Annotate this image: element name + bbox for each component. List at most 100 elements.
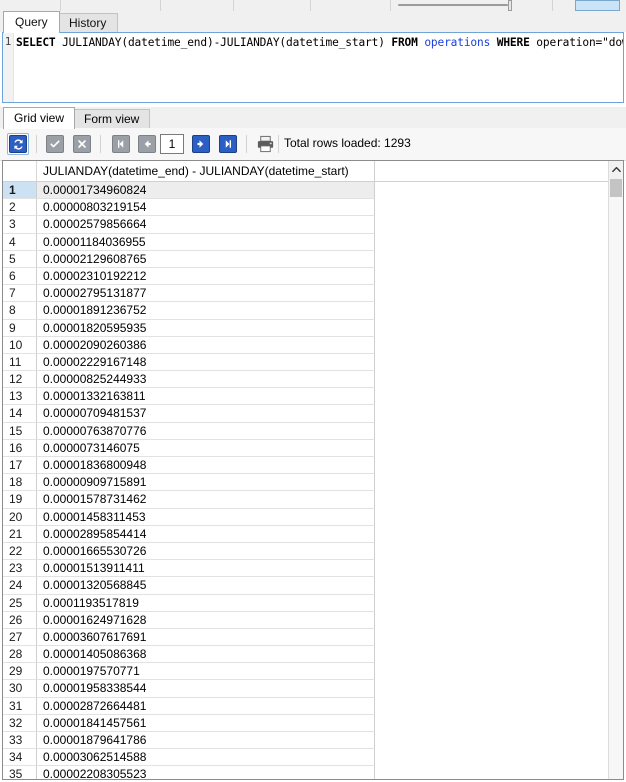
row-number-header[interactable]: 35 [3,766,37,779]
table-row[interactable]: 26 0.00001624971628 [3,611,623,629]
tab-grid-view[interactable]: Grid view [3,107,76,129]
table-cell-value[interactable]: 0.00001513911411 [37,560,375,578]
table-cell-value[interactable]: 0.00000825244933 [37,371,375,389]
table-cell-value[interactable]: 0.00001734960824 [37,182,375,200]
row-number-header[interactable]: 34 [3,749,37,767]
table-row[interactable]: 10 0.00002090260386 [3,336,623,354]
table-cell-value[interactable]: 0.00002895854414 [37,525,375,543]
table-cell-value[interactable]: 0.00003607617691 [37,628,375,647]
table-row[interactable]: 16 0.0000073146075 [3,439,623,457]
table-cell-value[interactable]: 0.00001841457561 [37,714,375,732]
table-cell-value[interactable]: 0.00001320568845 [37,577,375,595]
table-row[interactable]: 27 0.00003607617691 [3,628,623,647]
row-number-header[interactable]: 18 [3,474,37,492]
table-row[interactable]: 23 0.00001513911411 [3,560,623,578]
next-page-button[interactable] [190,133,212,155]
table-row[interactable]: 8 0.00001891236752 [3,302,623,320]
row-number-header[interactable]: 30 [3,680,37,698]
zoom-slider-handle[interactable] [508,0,512,11]
row-number-header[interactable]: 19 [3,491,37,509]
table-row[interactable]: 14 0.00000709481537 [3,405,623,423]
refresh-button[interactable] [7,133,29,155]
table-cell-value[interactable]: 0.00001458311453 [37,508,375,526]
table-cell-value[interactable]: 0.00001879641786 [37,732,375,750]
tab-form-view[interactable]: Form view [73,109,151,128]
row-number-header[interactable]: 14 [3,405,37,423]
table-row[interactable]: 9 0.00001820595935 [3,319,623,337]
row-number-header[interactable]: 26 [3,611,37,629]
table-cell-value[interactable]: 0.00002090260386 [37,336,375,354]
table-cell-value[interactable]: 0.00002208305523 [37,766,375,779]
table-row[interactable]: 21 0.00002895854414 [3,525,623,543]
table-cell-value[interactable]: 0.0000197570771 [37,663,375,681]
printer-icon[interactable] [256,135,275,153]
table-row[interactable]: 6 0.00002310192212 [3,267,623,286]
table-row[interactable]: 20 0.00001458311453 [3,508,623,526]
table-row[interactable]: 3 0.00002579856664 [3,216,623,234]
vertical-scrollbar[interactable] [608,161,623,779]
table-row[interactable]: 13 0.00001332163811 [3,388,623,406]
table-row[interactable]: 25 0.0001193517819 [3,594,623,612]
table-cell-value[interactable]: 0.00000709481537 [37,405,375,423]
row-number-header[interactable]: 28 [3,646,37,664]
table-cell-value[interactable]: 0.00002129608765 [37,250,375,268]
table-cell-value[interactable]: 0.0001193517819 [37,594,375,612]
scrollbar-track[interactable] [609,197,623,779]
row-number-header[interactable]: 11 [3,353,37,372]
table-row[interactable]: 19 0.00001578731462 [3,491,623,509]
first-page-button[interactable] [110,133,132,155]
highlighted-toolbar-button[interactable] [575,0,620,11]
table-row[interactable]: 34 0.00003062514588 [3,749,623,767]
row-number-header[interactable]: 2 [3,199,37,217]
table-row[interactable]: 7 0.00002795131877 [3,285,623,303]
grid-corner-header[interactable] [3,161,37,182]
table-cell-value[interactable]: 0.00001332163811 [37,388,375,406]
table-cell-value[interactable]: 0.00001891236752 [37,302,375,320]
row-number-header[interactable]: 22 [3,542,37,561]
sql-editor[interactable]: 1 SELECT JULIANDAY(datetime_end)-JULIAND… [2,32,624,103]
table-cell-value[interactable]: 0.00001184036955 [37,233,375,251]
row-number-header[interactable]: 8 [3,302,37,320]
table-cell-value[interactable]: 0.00002795131877 [37,285,375,303]
table-row[interactable]: 2 0.00000803219154 [3,199,623,217]
row-number-header[interactable]: 32 [3,714,37,732]
table-cell-value[interactable]: 0.00002229167148 [37,353,375,372]
table-row[interactable]: 5 0.00002129608765 [3,250,623,268]
table-cell-value[interactable]: 0.00001958338544 [37,680,375,698]
row-number-header[interactable]: 3 [3,216,37,234]
row-number-header[interactable]: 20 [3,508,37,526]
row-number-header[interactable]: 24 [3,577,37,595]
row-number-header[interactable]: 1 [3,182,37,200]
table-row[interactable]: 30 0.00001958338544 [3,680,623,698]
sql-query-text[interactable]: SELECT JULIANDAY(datetime_end)-JULIANDAY… [16,35,623,50]
row-number-header[interactable]: 12 [3,371,37,389]
row-number-header[interactable]: 27 [3,628,37,647]
table-cell-value[interactable]: 0.00000909715891 [37,474,375,492]
table-cell-value[interactable]: 0.00001578731462 [37,491,375,509]
table-row[interactable]: 4 0.00001184036955 [3,233,623,251]
row-number-header[interactable]: 23 [3,560,37,578]
table-cell-value[interactable]: 0.00003062514588 [37,749,375,767]
apply-changes-button[interactable] [44,133,66,155]
table-row[interactable]: 35 0.00002208305523 [3,766,623,779]
table-row[interactable]: 18 0.00000909715891 [3,474,623,492]
table-row[interactable]: 24 0.00001320568845 [3,577,623,595]
table-row[interactable]: 32 0.00001841457561 [3,714,623,732]
row-number-header[interactable]: 10 [3,336,37,354]
table-cell-value[interactable]: 0.00002872664481 [37,697,375,715]
row-number-header[interactable]: 33 [3,732,37,750]
row-number-header[interactable]: 13 [3,388,37,406]
table-row[interactable]: 31 0.00002872664481 [3,697,623,715]
table-cell-value[interactable]: 0.00002579856664 [37,216,375,234]
page-number-input[interactable]: 1 [160,134,184,154]
table-cell-value[interactable]: 0.0000073146075 [37,439,375,457]
table-row[interactable]: 28 0.00001405086368 [3,646,623,664]
table-cell-value[interactable]: 0.00000803219154 [37,199,375,217]
scroll-up-button[interactable] [609,161,623,177]
scrollbar-thumb[interactable] [610,179,622,197]
table-row[interactable]: 11 0.00002229167148 [3,353,623,372]
row-number-header[interactable]: 6 [3,267,37,286]
cancel-changes-button[interactable] [71,133,93,155]
table-row[interactable]: 12 0.00000825244933 [3,371,623,389]
table-row[interactable]: 33 0.00001879641786 [3,732,623,750]
